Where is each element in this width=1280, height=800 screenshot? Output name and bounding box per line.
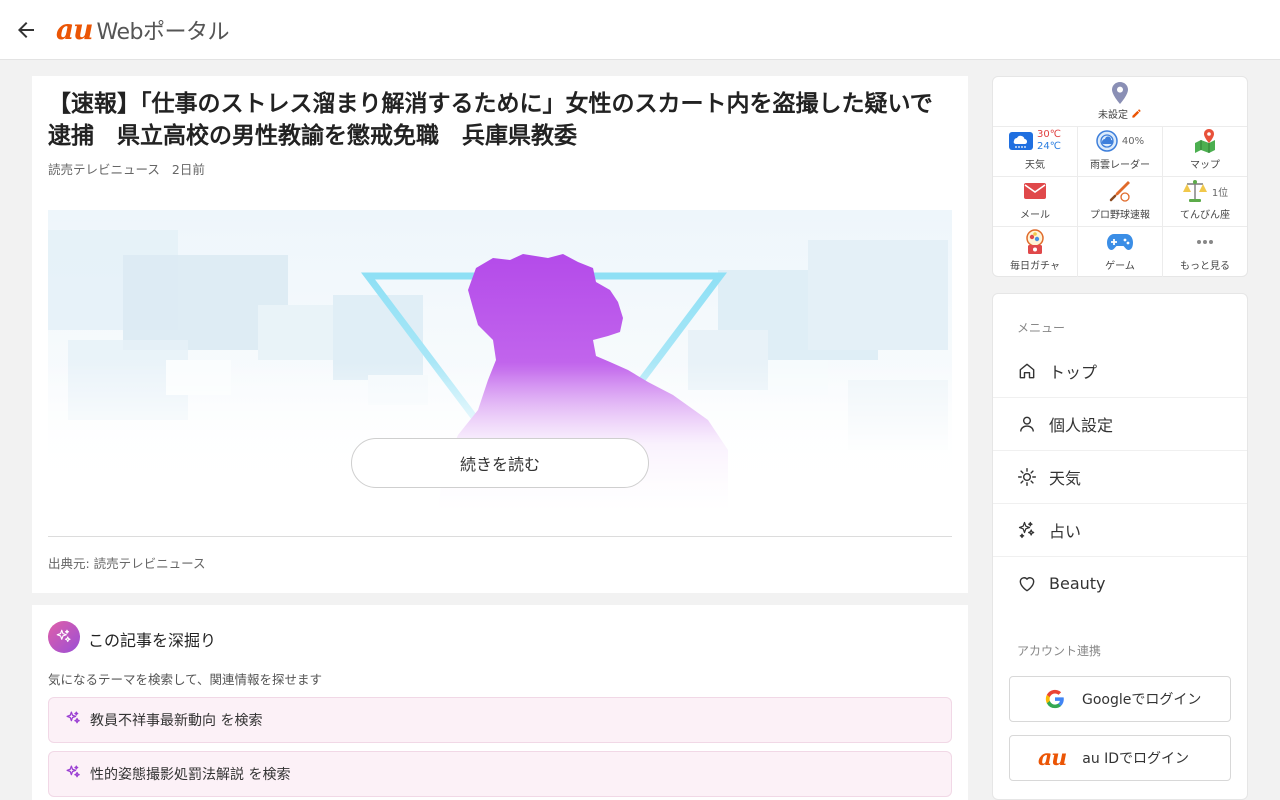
weather-rain-icon — [1009, 132, 1034, 150]
horoscope-widget[interactable]: 1位 てんびん座 — [1163, 177, 1247, 227]
location-setting[interactable]: 未設定 — [993, 77, 1247, 127]
rain-radar-widget[interactable]: 40% 雨雲レーダー — [1078, 127, 1163, 177]
menu-item-top[interactable]: トップ — [993, 345, 1247, 398]
deep-dive-title: この記事を深掘り — [88, 631, 217, 650]
rain-radar-label: 雨雲レーダー — [1090, 160, 1150, 171]
logo-brand: au — [56, 13, 93, 46]
deep-dive-description: 気になるテーマを検索して、関連情報を探せます — [48, 672, 323, 687]
sparkle-icon — [65, 710, 82, 731]
article-card: 【速報】「仕事のストレス溜まり解消するために」女性のスカート内を盗撮した疑いで逮… — [32, 76, 968, 593]
sparkle-icon — [48, 621, 80, 653]
sparkle-icon — [65, 764, 82, 785]
home-icon — [1017, 361, 1037, 381]
gacha-machine-icon — [1026, 229, 1044, 254]
au-id-login-label: au IDでログイン — [1082, 751, 1190, 767]
menu-item-label: 天気 — [1049, 469, 1082, 488]
menu-item-label: Beauty — [1049, 574, 1106, 593]
game-label: ゲーム — [1105, 261, 1135, 272]
back-arrow-icon[interactable] — [14, 18, 38, 42]
map-widget[interactable]: マップ — [1163, 127, 1247, 177]
widget-grid: 30℃ 24℃ 天気 40% 雨雲レーダー マップ メール プロ野球速報 1位 … — [993, 127, 1247, 277]
weather-widget[interactable]: 30℃ 24℃ 天気 — [993, 127, 1078, 177]
baseball-bat-icon — [1109, 181, 1130, 202]
mail-widget[interactable]: メール — [993, 177, 1078, 227]
menu-item-label: 個人設定 — [1049, 416, 1114, 435]
search-chip-label: 教員不祥事最新動向 を検索 — [90, 713, 263, 729]
edit-pencil-icon — [1132, 109, 1141, 118]
google-login-label: Googleでログイン — [1082, 692, 1202, 708]
menu-heading: メニュー — [1017, 321, 1066, 335]
menu-item-fortune[interactable]: 占い — [993, 504, 1247, 557]
menu-item-label: 占い — [1049, 522, 1082, 541]
sparkle-icon — [1017, 520, 1037, 540]
mail-label: メール — [1020, 210, 1050, 221]
au-id-login-button[interactable]: au au IDでログイン — [1009, 735, 1231, 781]
shortcut-widgets: 未設定 30℃ 24℃ 天気 40% 雨雲レーダー マップ メール プロ野球速報… — [992, 76, 1248, 277]
libra-scale-icon — [1182, 180, 1207, 202]
au-web-portal-logo[interactable]: au Webポータル — [56, 14, 229, 46]
weather-low-temp: 24℃ — [1037, 141, 1061, 152]
horoscope-rank: 1位 — [1211, 187, 1229, 199]
rain-radar-icon — [1096, 130, 1118, 152]
read-more-button[interactable]: 続きを読む — [351, 438, 649, 488]
article-source: 出典元: 読売テレビニュース — [48, 556, 206, 571]
person-icon — [1017, 414, 1037, 434]
article-time: 2日前 — [171, 162, 205, 177]
side-menu: メニュー トップ 個人設定 天気 占い Beauty アカウント連携 Googl… — [992, 293, 1248, 800]
google-logo-icon — [1045, 689, 1064, 709]
menu-item-beauty[interactable]: Beauty — [993, 557, 1247, 610]
location-pin-icon — [1112, 82, 1128, 104]
horoscope-label: てんびん座 — [1180, 210, 1230, 221]
article-title: 【速報】「仕事のストレス溜まり解消するために」女性のスカート内を盗撮した疑いで逮… — [48, 91, 933, 149]
search-chip[interactable]: 教員不祥事最新動向 を検索 — [48, 697, 952, 743]
heart-icon — [1017, 574, 1037, 594]
gacha-label: 毎日ガチャ — [1010, 261, 1060, 272]
search-chip[interactable]: 性的姿態撮影処罰法解説 を検索 — [48, 751, 952, 797]
weather-high-temp: 30℃ — [1037, 129, 1061, 140]
deep-dive-card: この記事を深掘り 気になるテーマを検索して、関連情報を探せます 教員不祥事最新動… — [32, 605, 968, 800]
map-label: マップ — [1190, 160, 1220, 171]
app-header: au Webポータル — [0, 0, 1280, 60]
menu-item-settings[interactable]: 個人設定 — [993, 398, 1247, 451]
more-widget[interactable]: もっと見る — [1163, 227, 1247, 277]
menu-item-weather[interactable]: 天気 — [993, 451, 1247, 504]
map-icon — [1195, 129, 1215, 153]
article-divider — [48, 536, 952, 537]
more-label: もっと見る — [1180, 261, 1230, 272]
gamepad-icon — [1107, 234, 1133, 250]
mail-icon — [1024, 183, 1046, 199]
search-chip-label: 性的姿態撮影処罰法解説 を検索 — [90, 767, 291, 783]
article-meta: 読売テレビニュース 2日前 — [48, 159, 205, 178]
weather-label: 天気 — [1025, 160, 1045, 171]
sun-icon — [1017, 467, 1037, 487]
hero-fade-overlay — [48, 362, 952, 512]
article-publisher: 読売テレビニュース — [48, 162, 160, 177]
baseball-widget[interactable]: プロ野球速報 — [1078, 177, 1163, 227]
au-logo: au — [1038, 745, 1067, 771]
more-dots-icon — [1197, 240, 1213, 244]
account-link-heading: アカウント連携 — [1017, 644, 1102, 658]
gacha-widget[interactable]: 毎日ガチャ — [993, 227, 1078, 277]
game-widget[interactable]: ゲーム — [1078, 227, 1163, 277]
rain-chance: 40% — [1121, 135, 1145, 147]
google-login-button[interactable]: Googleでログイン — [1009, 676, 1231, 722]
menu-item-label: トップ — [1049, 363, 1098, 382]
baseball-label: プロ野球速報 — [1090, 210, 1150, 221]
logo-text: Webポータル — [96, 20, 230, 45]
location-label: 未設定 — [1098, 110, 1128, 121]
